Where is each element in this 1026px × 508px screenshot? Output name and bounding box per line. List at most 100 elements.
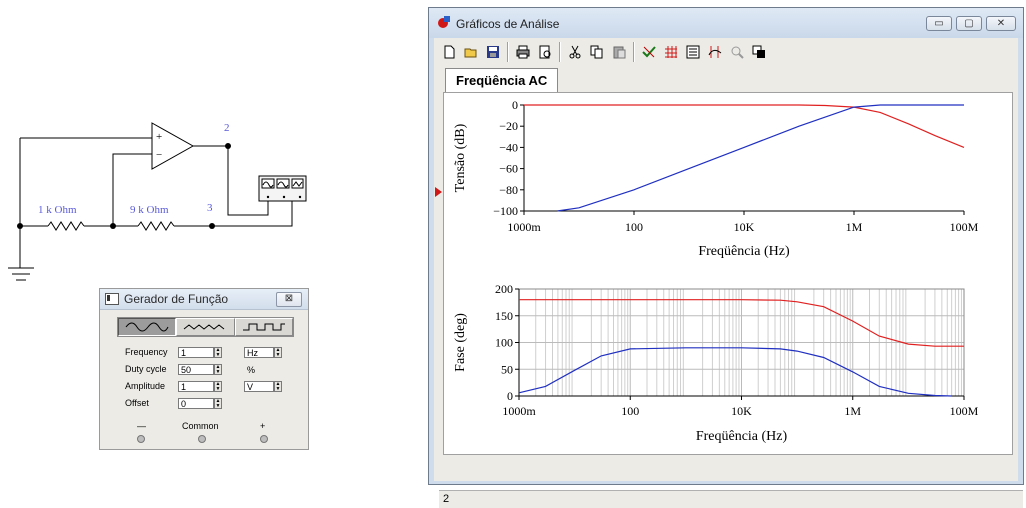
duty-cycle-label: Duty cycle [125, 364, 167, 374]
chart1-y-tick-label: −80 [499, 183, 518, 197]
chart2-x-tick-label: 100M [950, 404, 979, 418]
chart2-x-tick-label: 1000m [502, 404, 536, 418]
duty-cycle-unit: % [247, 365, 256, 375]
amplitude-label: Amplitude [125, 381, 166, 391]
analysis-charts: 0 −20 −40 −60 −80 −100 1000m 100 10K 1M 100M Freqüê… [453, 98, 979, 444]
print-icon[interactable] [513, 42, 533, 62]
offset-stepper[interactable]: ▲ ▼ [214, 398, 222, 409]
triangle-wave-icon [184, 324, 225, 330]
function-generator-icon [105, 293, 119, 305]
opamp-plus-label: + [156, 131, 162, 143]
paste-icon[interactable] [609, 42, 629, 62]
close-button[interactable]: ⊠ [276, 291, 302, 307]
circuit-schematic: + − 1 k Ohm 9 k Ohm 3 2 [8, 122, 307, 281]
chart2-x-axis-title: Freqüência (Hz) [696, 429, 788, 444]
amplitude-unit-stepper[interactable]: ▲ ▼ [274, 381, 282, 392]
plus-terminal-label: + [260, 421, 266, 431]
maximize-button[interactable]: ▢ [956, 16, 982, 31]
tab-ac-frequency[interactable]: Freqüência AC [445, 68, 559, 92]
new-icon[interactable] [439, 42, 459, 62]
chart2-y-tick-label: 50 [501, 362, 513, 376]
chart1-x-tick-label: 100 [625, 220, 643, 234]
analysis-titlebar[interactable]: Gráficos de Análise ▭ ▢ ✕ [429, 8, 1023, 38]
chart1-x-tick-label: 100M [950, 220, 979, 234]
resistor-1k[interactable] [47, 221, 85, 231]
node-dot [225, 143, 231, 149]
triangle-wave-button[interactable] [176, 318, 235, 336]
chart1-y-tick-label: −20 [499, 119, 518, 133]
offset-label: Offset [125, 398, 149, 408]
overlay-icon[interactable] [749, 42, 769, 62]
plus-terminal[interactable] [260, 435, 268, 443]
sine-wave-button[interactable] [118, 318, 177, 336]
close-button[interactable]: ✕ [986, 16, 1016, 31]
duty-cycle-input[interactable]: 50 [178, 364, 214, 375]
function-generator-window[interactable]: Gerador de Função ⊠ Frequency 1 ▲ ▼ Hz ▲ ▼… [99, 288, 309, 450]
node-dot [110, 223, 116, 229]
print-preview-icon[interactable] [535, 42, 555, 62]
chart1-x-tick-label: 1000m [507, 220, 541, 234]
properties-icon[interactable] [639, 42, 659, 62]
chart2-y-tick-label: 200 [495, 282, 513, 296]
chart2-x-tick-label: 10K [731, 404, 752, 418]
chart1-x-tick-label: 1M [846, 220, 863, 234]
analysis-client-area: Freqüência AC 0 −20 −40 −60 −80 −100 1000m 100 1… [434, 38, 1023, 508]
offset-input[interactable]: 0 [178, 398, 214, 409]
sine-wave-icon [125, 322, 169, 332]
minus-terminal[interactable] [137, 435, 145, 443]
chart2-y-tick-label: 0 [507, 389, 513, 403]
zoom-icon[interactable] [727, 42, 747, 62]
minimize-button[interactable]: ▭ [926, 16, 952, 31]
cursors-icon[interactable] [705, 42, 725, 62]
common-terminal[interactable] [198, 435, 206, 443]
chart2-y-tick-label: 150 [495, 309, 513, 323]
chart1-y-tick-label: −100 [493, 204, 518, 218]
square-wave-icon [242, 323, 285, 331]
chart2-series-2-line [518, 347, 952, 397]
opamp-minus-label: − [156, 149, 162, 161]
grid-icon[interactable] [661, 42, 681, 62]
chart2-x-tick-label: 100 [621, 404, 639, 418]
square-wave-button[interactable] [234, 318, 293, 336]
amplitude-unit-select[interactable]: V [244, 381, 274, 392]
chart1-y-axis-title: Tensão (dB) [453, 123, 468, 192]
cut-icon[interactable] [565, 42, 585, 62]
waveform-selector [117, 317, 294, 337]
duty-cycle-stepper[interactable]: ▲ ▼ [214, 364, 222, 375]
chart1-series-1-line [524, 104, 965, 148]
frequency-input[interactable]: 1 [178, 347, 214, 358]
node-dot [17, 223, 23, 229]
analysis-graphs-window[interactable]: Gráficos de Análise ▭ ▢ ✕ Freqüência AC [428, 7, 1024, 508]
frequency-unit-select[interactable]: Hz [244, 347, 274, 358]
node-2-label: 2 [224, 122, 230, 134]
resistor-1k-label: 1 k Ohm [38, 204, 77, 216]
function-generator-titlebar[interactable]: Gerador de Função ⊠ [100, 289, 308, 310]
save-icon[interactable] [483, 42, 503, 62]
common-terminal-label: Common [182, 421, 219, 431]
chart1-y-tick-label: −60 [499, 162, 518, 176]
frequency-unit-stepper[interactable]: ▲ ▼ [274, 347, 282, 358]
wire-output [193, 145, 269, 216]
chart1-x-tick-label: 10K [734, 220, 755, 234]
open-icon[interactable] [461, 42, 481, 62]
chart1-series-2-line [557, 104, 964, 212]
node-dot [209, 223, 215, 229]
copy-icon[interactable] [587, 42, 607, 62]
analysis-window-title: Gráficos de Análise [456, 17, 560, 31]
chart2-x-tick-label: 1M [844, 404, 861, 418]
chart1-x-axis-title: Freqüência (Hz) [698, 244, 790, 259]
status-bar: 2 [439, 490, 1023, 508]
minus-terminal-label: — [137, 421, 146, 431]
resistor-9k[interactable] [137, 221, 175, 231]
toolbar [439, 40, 771, 64]
selected-trace-marker[interactable] [435, 187, 442, 197]
opamp[interactable] [151, 122, 195, 170]
chart1-y-tick-label: −40 [499, 140, 518, 154]
amplitude-stepper[interactable]: ▲ ▼ [214, 381, 222, 392]
function-generator-title: Gerador de Função [124, 292, 229, 306]
frequency-stepper[interactable]: ▲ ▼ [214, 347, 222, 358]
frequency-label: Frequency [125, 347, 168, 357]
amplitude-input[interactable]: 1 [178, 381, 214, 392]
chart2-y-tick-label: 100 [495, 336, 513, 350]
legend-icon[interactable] [683, 42, 703, 62]
